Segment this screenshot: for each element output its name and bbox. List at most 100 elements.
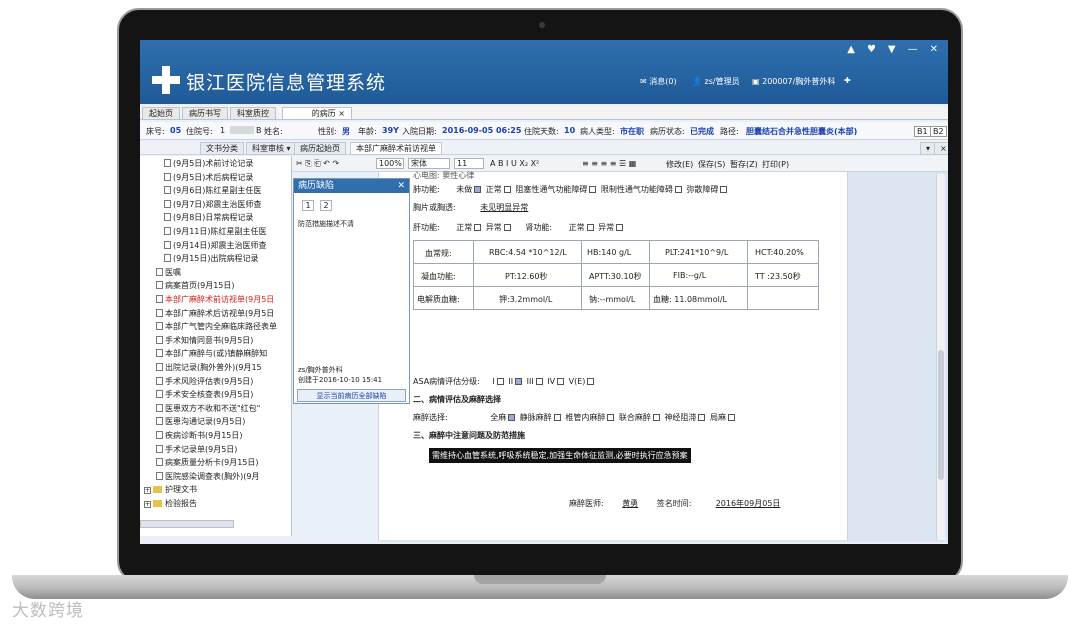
anes-nerve-checkbox[interactable] bbox=[698, 414, 706, 421]
tab-home[interactable]: 起始页 bbox=[142, 107, 180, 120]
tree-folder[interactable]: + 护理文书 bbox=[144, 484, 197, 496]
font-select[interactable]: 宋体 bbox=[408, 158, 450, 169]
expand-icon[interactable]: + bbox=[144, 501, 151, 508]
lung-restrictive-checkbox[interactable] bbox=[674, 186, 682, 193]
anes-spinal-checkbox[interactable] bbox=[607, 414, 615, 421]
font-size-select[interactable]: 11 bbox=[454, 158, 484, 169]
lab-row1-label: 血常规: bbox=[425, 249, 452, 258]
lung-none-checkbox[interactable] bbox=[474, 186, 482, 193]
name-label: 姓名: bbox=[264, 127, 283, 136]
tree-item[interactable]: 本部广麻醉与(或)镇静麻醉知 bbox=[156, 348, 267, 360]
asa-5-checkbox[interactable] bbox=[587, 378, 595, 385]
heart-icon[interactable]: ♥ bbox=[867, 44, 876, 55]
edit-tools-icon[interactable]: ✂ ⎘ ⎗ ↶ ↷ bbox=[296, 159, 339, 169]
zoom-select[interactable]: 100% bbox=[376, 158, 404, 169]
add-icon[interactable]: ✚ bbox=[844, 76, 851, 85]
minimize-button[interactable]: — bbox=[908, 44, 918, 55]
tree-item[interactable]: (9月6日)陈红星副主任医 bbox=[164, 185, 261, 197]
anesthesia-note[interactable]: 需维持心血管系统,呼吸系统稳定,加强生命体征监测,必要时执行应急预案 bbox=[429, 448, 691, 463]
close-button[interactable]: ✕ bbox=[930, 44, 938, 55]
liver-normal-checkbox[interactable] bbox=[474, 224, 482, 231]
show-all-defects-button[interactable]: 显示当前病历全部缺陷 bbox=[297, 389, 406, 402]
menu-down-icon[interactable]: ▼ bbox=[888, 44, 896, 55]
lung-obstructive-checkbox[interactable] bbox=[589, 186, 597, 193]
tree-item[interactable]: (9月7日)郑震主治医师查 bbox=[164, 199, 261, 211]
type-label: 病人类型: bbox=[580, 127, 615, 136]
align-icons[interactable]: ≡ ≡ ≡ ≡ ☰ ▦ bbox=[582, 159, 636, 168]
tree-item[interactable]: (9月11日)陈红星副主任医 bbox=[164, 226, 267, 238]
tree-item[interactable]: (9月5日)术前讨论记录 bbox=[164, 158, 253, 170]
tree-item[interactable]: (9月8日)日常病程记录 bbox=[164, 212, 253, 224]
tree-item[interactable]: 本部广麻醉术前访视单(9月5日 bbox=[156, 294, 274, 306]
tree-item[interactable]: 医嘱 bbox=[156, 267, 181, 279]
asa-2-checkbox[interactable] bbox=[515, 378, 523, 385]
asa-1-checkbox[interactable] bbox=[496, 378, 504, 385]
close-icon[interactable]: × bbox=[934, 142, 948, 155]
lung-diffusion-checkbox[interactable] bbox=[720, 186, 728, 193]
tab-doc-category[interactable]: 文书分类 bbox=[200, 142, 244, 155]
tree-item[interactable]: 手术安全核查表(9月5日) bbox=[156, 389, 253, 401]
close-icon[interactable]: ✕ bbox=[397, 179, 405, 193]
asa-4-checkbox[interactable] bbox=[557, 378, 565, 385]
watermark: 大数跨境 bbox=[12, 601, 84, 621]
tree-item[interactable]: 出院记录(胸外普外)(9月15 bbox=[156, 362, 262, 374]
scroll-thumb[interactable] bbox=[938, 350, 944, 480]
tree-item[interactable]: 医患沟通记录(9月5日) bbox=[156, 416, 245, 428]
anes-local-checkbox[interactable] bbox=[727, 414, 735, 421]
tree-item[interactable]: (9月14日)郑震主治医师查 bbox=[164, 240, 267, 252]
tree-item[interactable]: 病案首页(9月15日) bbox=[156, 280, 235, 292]
tree-item[interactable]: 本部广气管内全麻临床路径表单 bbox=[156, 321, 277, 333]
tab-pre-anesthesia[interactable]: 本部广麻醉术前访视单 bbox=[350, 142, 442, 155]
print-button[interactable]: 打印(P) bbox=[762, 159, 789, 170]
defect-popup: 病历缺陷 ✕ 1 2 防范措施描述不清 zs/胸外普外科 创建于2016-10-… bbox=[293, 178, 410, 404]
anes-combined-checkbox[interactable] bbox=[652, 414, 660, 421]
anes-opt-spinal: 椎管内麻醉 bbox=[565, 413, 606, 422]
lung-label: 肺功能: bbox=[413, 185, 440, 194]
tab-dept-qc[interactable]: 科室质控 bbox=[230, 107, 276, 120]
tree-item-label: (9月11日)陈红星副主任医 bbox=[173, 227, 267, 236]
tree-item[interactable]: 手术记录单(9月5日) bbox=[156, 444, 237, 456]
temp-save-button[interactable]: 暂存(Z) bbox=[730, 159, 758, 170]
tree-item[interactable]: 手术风险评估表(9月5日) bbox=[156, 376, 253, 388]
format-icons[interactable]: A B I U X₂ X² bbox=[490, 159, 539, 168]
dept-link[interactable]: ▣ 200007/胸外普外科 bbox=[752, 76, 835, 87]
kidney-normal-checkbox[interactable] bbox=[586, 224, 594, 231]
tree-item[interactable]: 医院感染调查表(胸外)(9月 bbox=[156, 471, 259, 483]
tree-item[interactable]: (9月15日)出院病程记录 bbox=[164, 253, 259, 265]
document-icon bbox=[164, 159, 171, 167]
tab-dept-review[interactable]: 科室审核 ▾ bbox=[246, 142, 297, 155]
liver-abnormal-checkbox[interactable] bbox=[503, 224, 511, 231]
save-button[interactable]: 保存(S) bbox=[698, 159, 725, 170]
b2-button[interactable]: B2 bbox=[930, 126, 947, 137]
user-link[interactable]: 👤 zs/管理员 bbox=[692, 76, 740, 87]
modify-button[interactable]: 修改(E) bbox=[666, 159, 693, 170]
tab-record-writing[interactable]: 病历书写 bbox=[182, 107, 228, 120]
document-icon bbox=[156, 267, 163, 276]
tab-record-start[interactable]: 病历起始页 bbox=[294, 142, 346, 155]
asa-3-checkbox[interactable] bbox=[535, 378, 543, 385]
tree-item[interactable]: 手术知情同意书(9月5日) bbox=[156, 335, 253, 347]
tree-item[interactable]: 病案质量分析卡(9月15日) bbox=[156, 457, 259, 469]
page-1-button[interactable]: 1 bbox=[302, 200, 314, 211]
expand-icon[interactable]: + bbox=[144, 487, 151, 495]
defect-item[interactable]: 防范措施描述不清 bbox=[298, 219, 354, 229]
tree-item-label: (9月15日)出院病程记录 bbox=[173, 254, 259, 264]
anes-iv-checkbox[interactable] bbox=[553, 414, 561, 421]
tree-item[interactable]: 本部广麻醉术后访视单(9月5日 bbox=[156, 308, 274, 320]
b1-button[interactable]: B1 bbox=[914, 126, 931, 137]
messages-link[interactable]: ✉ 消息(0) bbox=[640, 76, 677, 87]
anes-general-checkbox[interactable] bbox=[508, 414, 516, 421]
tab-patient-record[interactable]: 的病历 × bbox=[282, 107, 352, 120]
lung-normal-checkbox[interactable] bbox=[503, 186, 511, 193]
tree-item[interactable]: 疾病诊断书(9月15日) bbox=[156, 430, 243, 442]
vertical-scrollbar[interactable] bbox=[936, 174, 945, 540]
sign-label: 麻醉医师: bbox=[569, 499, 604, 508]
tree-horizontal-scrollbar[interactable] bbox=[140, 520, 234, 528]
document-paper: 心电图: 窦性心律 肺功能: 未做 正常 阻塞性通气功能障碍 限制性通气功能障碍… bbox=[378, 171, 848, 540]
tree-folder[interactable]: + 检验报告 bbox=[144, 498, 197, 510]
tree-item[interactable]: (9月5日)术后病程记录 bbox=[164, 172, 253, 184]
lock-icon[interactable]: ▲ bbox=[847, 44, 855, 55]
kidney-abnormal-checkbox[interactable] bbox=[616, 224, 624, 231]
page-2-button[interactable]: 2 bbox=[320, 200, 332, 211]
tree-item[interactable]: 医患双方不收和不送"红包" bbox=[156, 403, 260, 415]
